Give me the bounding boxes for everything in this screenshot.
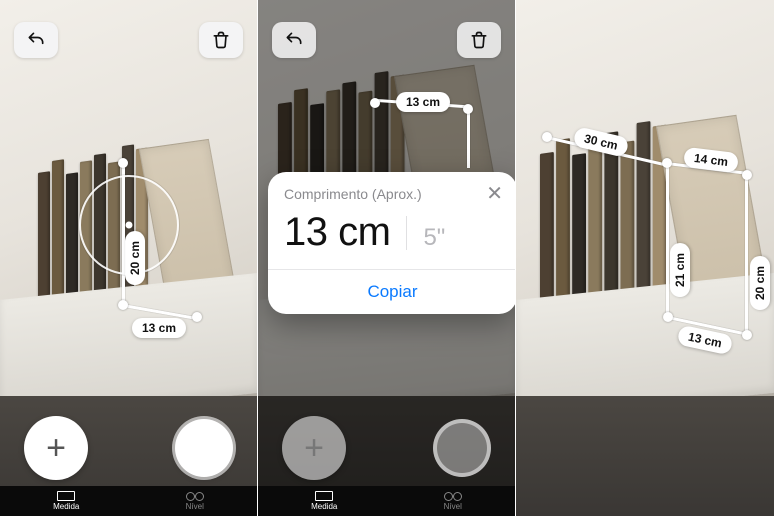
- tab-label: Medida: [53, 502, 79, 511]
- measure-label-top[interactable]: 13 cm: [396, 92, 450, 112]
- add-point-button[interactable]: +: [282, 416, 346, 480]
- shutter-button[interactable]: [175, 419, 233, 477]
- shutter-button[interactable]: [433, 419, 491, 477]
- plus-icon: +: [46, 431, 66, 465]
- measurement-popup: Comprimento (Aprox.) ✕ 13 cm 5" Copiar: [268, 172, 516, 314]
- tab-bar: Medida Nível: [258, 486, 515, 516]
- delete-button[interactable]: [199, 22, 243, 58]
- panel-3-rectangle-measure: 30 cm 14 cm 21 cm 20 cm 13 cm: [516, 0, 774, 516]
- measure-label-left-height[interactable]: 21 cm: [670, 243, 690, 297]
- level-icon: [444, 491, 462, 501]
- tab-measure[interactable]: Medida: [311, 491, 337, 511]
- plus-icon: +: [304, 431, 324, 465]
- camera-scene: [516, 0, 774, 516]
- measure-label-right-height[interactable]: 20 cm: [750, 256, 770, 310]
- measure-endpoint: [542, 132, 552, 142]
- undo-button[interactable]: [14, 22, 58, 58]
- add-point-button[interactable]: +: [24, 416, 88, 480]
- tab-label: Nível: [444, 502, 462, 511]
- trash-icon: [469, 30, 489, 50]
- bottom-controls: +: [258, 416, 515, 480]
- tab-level[interactable]: Nível: [444, 491, 462, 511]
- measure-endpoint: [370, 98, 380, 108]
- bottom-controls: +: [0, 416, 257, 480]
- undo-button[interactable]: [272, 22, 316, 58]
- panel-2-measure-popup: 13 cm Comprimento (Aprox.) ✕ 13 cm 5" Co…: [258, 0, 516, 516]
- measure-endpoint: [662, 158, 672, 168]
- measure-line-right-height: [745, 175, 748, 333]
- measure-endpoint: [742, 170, 752, 180]
- tab-label: Medida: [311, 502, 337, 511]
- delete-button[interactable]: [457, 22, 501, 58]
- undo-icon: [284, 30, 304, 50]
- panel-1-measure-app: 20 cm 13 cm + Medida Nível: [0, 0, 258, 516]
- ruler-icon: [315, 491, 333, 501]
- popup-value-secondary: 5": [423, 224, 445, 252]
- measure-label-width[interactable]: 13 cm: [132, 318, 186, 338]
- tab-bar: Medida Nível: [0, 486, 257, 516]
- undo-icon: [26, 30, 46, 50]
- popup-title: Comprimento (Aprox.): [284, 186, 422, 202]
- tab-level[interactable]: Nível: [186, 491, 204, 511]
- popup-copy-button[interactable]: Copiar: [268, 269, 516, 314]
- measure-endpoint: [118, 158, 128, 168]
- popup-close-button[interactable]: ✕: [486, 184, 503, 204]
- tab-measure[interactable]: Medida: [53, 491, 79, 511]
- tab-label: Nível: [186, 502, 204, 511]
- measure-endpoint: [463, 104, 473, 114]
- popup-separator: [406, 216, 407, 250]
- screenshot-triptych: 20 cm 13 cm + Medida Nível: [0, 0, 774, 516]
- trash-icon: [211, 30, 231, 50]
- measure-label-height[interactable]: 20 cm: [125, 231, 145, 285]
- popup-value-primary: 13 cm: [284, 210, 390, 255]
- measure-endpoint: [742, 330, 752, 340]
- measure-line-right: [467, 108, 470, 168]
- ruler-icon: [57, 491, 75, 501]
- level-icon: [186, 491, 204, 501]
- measure-endpoint: [663, 312, 673, 322]
- measure-line-left-height: [666, 163, 669, 315]
- measure-endpoint: [192, 312, 202, 322]
- measure-endpoint: [118, 300, 128, 310]
